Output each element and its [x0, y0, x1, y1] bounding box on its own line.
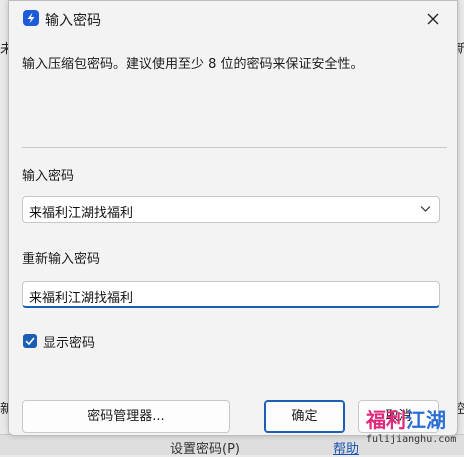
background-text-fragment: 未: [0, 42, 8, 56]
password-manager-button[interactable]: 密码管理器...: [22, 400, 230, 433]
background-help-link[interactable]: 帮助: [333, 438, 359, 457]
watermark-text: 福利江湖: [366, 408, 446, 432]
password-value: 来福利江湖找福利: [29, 206, 134, 221]
watermark-url: fulijianghu.com: [366, 434, 457, 445]
chevron-down-icon[interactable]: [420, 205, 431, 213]
watermark: 福利江湖 fulijianghu.com: [362, 404, 462, 454]
reenter-password-value: 来福利江湖找福利: [29, 291, 134, 306]
checkmark-icon: [25, 337, 35, 346]
divider: [22, 147, 447, 148]
app-logo-icon: [23, 10, 39, 26]
dialog-description: 输入压缩包密码。建议使用至少 8 位的密码来保证安全性。: [22, 57, 364, 72]
background-text-fragment: 新: [0, 402, 8, 416]
reenter-password-input[interactable]: 来福利江湖找福利: [22, 281, 440, 308]
background-set-password-label: 设置密码(P): [170, 442, 240, 457]
dialog-title: 输入密码: [45, 13, 101, 29]
password-label: 输入密码: [22, 169, 75, 184]
password-combobox[interactable]: 来福利江湖找福利: [22, 196, 440, 223]
close-icon: [427, 13, 439, 25]
reenter-password-label: 重新输入密码: [22, 252, 101, 267]
show-password-checkbox[interactable]: [23, 334, 37, 348]
password-dialog: 输入密码 输入压缩包密码。建议使用至少 8 位的密码来保证安全性。 输入密码 来…: [8, 0, 458, 436]
title-bar: 输入密码: [9, 1, 457, 37]
close-button[interactable]: [411, 1, 455, 37]
ok-button[interactable]: 确定: [264, 400, 345, 433]
show-password-label[interactable]: 显示密码: [43, 332, 95, 351]
